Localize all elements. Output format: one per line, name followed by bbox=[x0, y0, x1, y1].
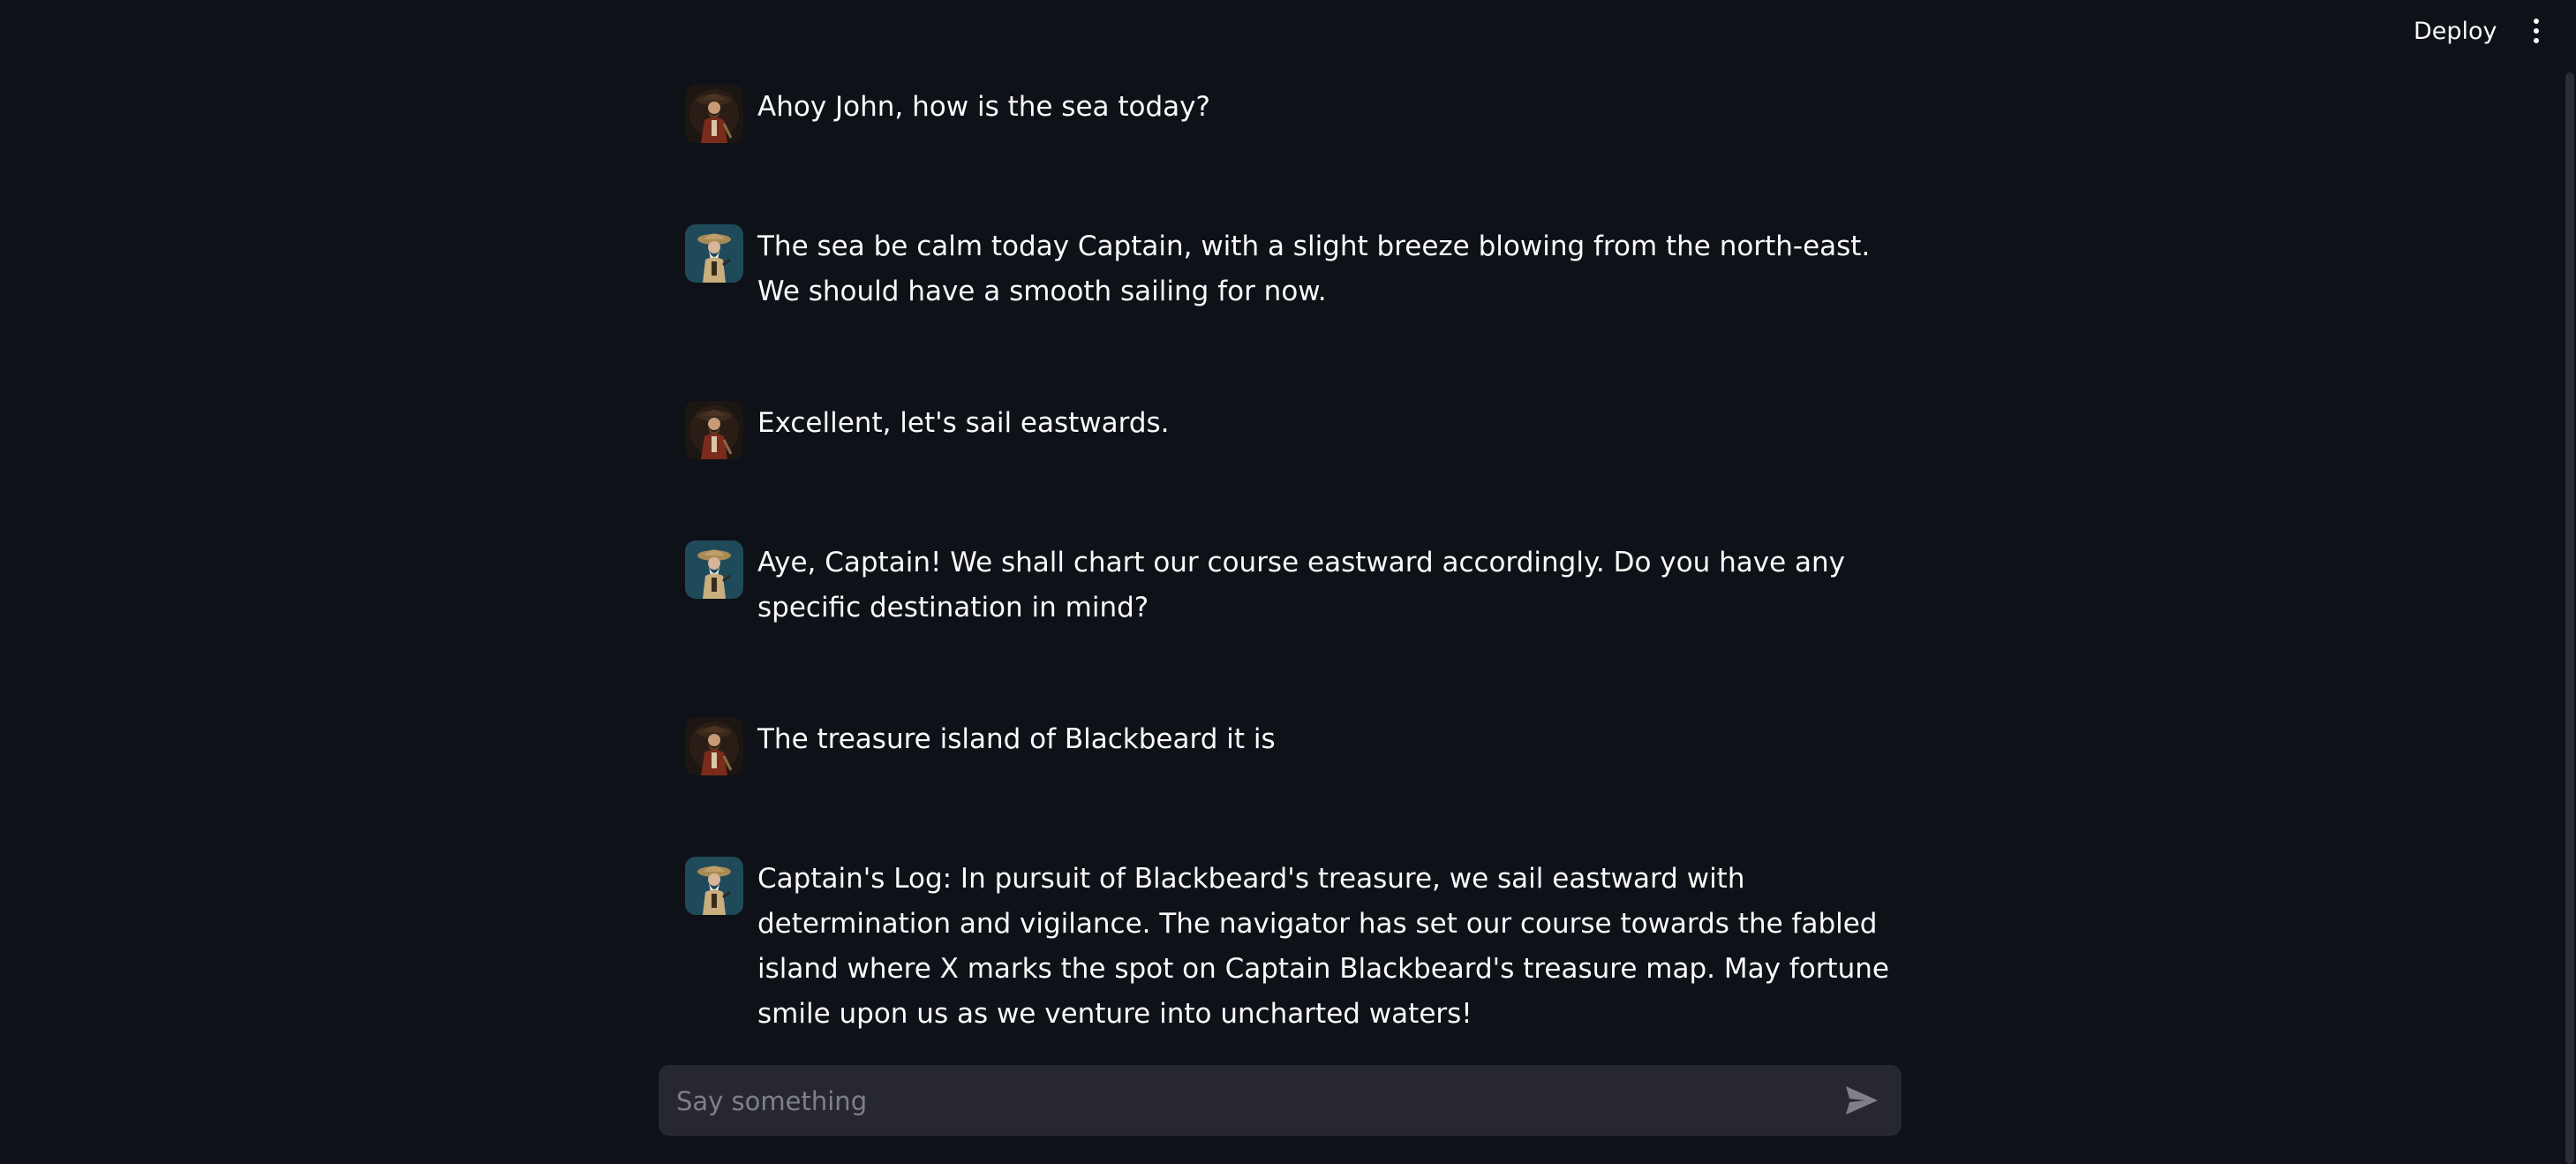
chat-message-text: The sea be calm today Captain, with a sl… bbox=[757, 231, 1871, 307]
chat-message-text: The treasure island of Blackbeard it is bbox=[757, 723, 1276, 755]
navigator-avatar-icon bbox=[685, 857, 743, 915]
send-icon[interactable] bbox=[1842, 1081, 1882, 1120]
more-vertical-icon[interactable] bbox=[2521, 11, 2551, 51]
captain-avatar-icon bbox=[685, 401, 743, 459]
navigator-avatar-icon bbox=[685, 224, 743, 283]
scrollbar-thumb[interactable] bbox=[2565, 72, 2574, 1164]
navigator-avatar-icon bbox=[685, 540, 743, 599]
deploy-button[interactable]: Deploy bbox=[2401, 11, 2510, 51]
chat-input[interactable] bbox=[674, 1065, 1826, 1138]
app-header: Deploy bbox=[0, 0, 2564, 65]
chat-message-text: Aye, Captain! We shall chart our course … bbox=[757, 547, 1845, 624]
chat-message-text: Ahoy John, how is the sea today? bbox=[757, 91, 1210, 123]
captain-avatar-icon bbox=[685, 717, 743, 775]
chat-input-bar bbox=[659, 1065, 1902, 1138]
chat-message-text: Excellent, let's sail eastwards. bbox=[757, 407, 1170, 439]
captain-avatar-icon bbox=[685, 85, 743, 143]
chat-message-text: Captain's Log: In pursuit of Blackbeard'… bbox=[757, 863, 1889, 1030]
